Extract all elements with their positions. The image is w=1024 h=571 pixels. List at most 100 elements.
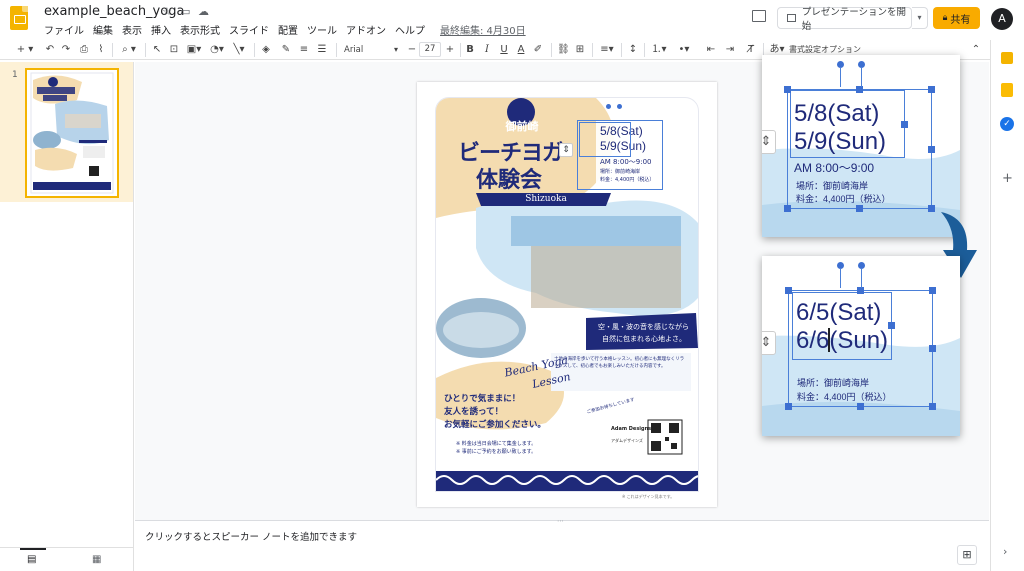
resize-handle[interactable]: [929, 403, 936, 410]
account-avatar[interactable]: A: [991, 8, 1013, 30]
fill-color-icon[interactable]: ◈: [260, 43, 272, 57]
resize-handle[interactable]: [856, 86, 863, 93]
collapse-toolbar-icon[interactable]: ⌃: [970, 43, 982, 57]
resize-handle[interactable]: [784, 86, 791, 93]
increase-indent-icon[interactable]: ⇥: [724, 43, 736, 57]
resize-handle[interactable]: [857, 287, 864, 294]
resize-handle[interactable]: [857, 403, 864, 410]
shape-icon[interactable]: ◔▾: [208, 43, 226, 57]
expand-panel-icon[interactable]: ›: [1003, 545, 1007, 558]
resize-handle[interactable]: [928, 146, 935, 153]
poster-title-line2: 体験会: [476, 168, 543, 193]
bulleted-list-icon[interactable]: •▾: [675, 43, 693, 57]
font-dropdown-icon[interactable]: ▾: [392, 43, 400, 57]
slides-logo-icon[interactable]: [10, 6, 28, 30]
menu-addons[interactable]: アドオン: [346, 22, 386, 37]
menu-help[interactable]: ヘルプ: [395, 22, 425, 37]
text-color-icon[interactable]: A: [516, 43, 526, 57]
font-size-decrease-icon[interactable]: −: [407, 43, 417, 57]
resize-handle[interactable]: [785, 287, 792, 294]
font-name-select[interactable]: Arial: [344, 43, 399, 57]
font-size-increase-icon[interactable]: +: [445, 43, 455, 57]
menu-slide[interactable]: スライド: [229, 22, 269, 37]
tasks-icon[interactable]: ✓: [1000, 117, 1014, 131]
resize-handle[interactable]: [784, 205, 791, 212]
poster-footer: ※ これはデザイン見本です。: [622, 494, 675, 499]
menu-view[interactable]: 表示: [122, 22, 142, 37]
keep-icon[interactable]: [1001, 52, 1013, 64]
redo-icon[interactable]: ↷: [60, 43, 72, 57]
side-panel: ✓ + ›: [990, 40, 1024, 571]
resize-handle[interactable]: [928, 86, 935, 93]
resize-handle[interactable]: [785, 403, 792, 410]
slide-thumbnail[interactable]: [25, 68, 119, 198]
menu-edit[interactable]: 編集: [93, 22, 113, 37]
cloud-status-icon: ☁: [198, 5, 209, 18]
slide[interactable]: 御前崎 ビーチヨガ 体験会 Shizuoka 5/8(Sat) 5/9(Sun)…: [417, 82, 717, 507]
rotate-handle[interactable]: [617, 104, 622, 109]
comment-history-icon[interactable]: [752, 10, 766, 22]
move-folder-icon[interactable]: ▭: [180, 5, 190, 18]
add-addon-icon[interactable]: +: [1002, 171, 1013, 186]
font-size-input[interactable]: 27: [419, 42, 441, 57]
select-icon[interactable]: ↖: [151, 43, 163, 57]
menu-format[interactable]: 表示形式: [180, 22, 220, 37]
border-dash-icon[interactable]: ☰: [316, 43, 328, 57]
poster-badge: 御前崎: [505, 120, 539, 133]
last-edit-link[interactable]: 最終編集: 4月30日: [440, 22, 526, 37]
border-color-icon[interactable]: ✎: [280, 43, 292, 57]
resize-handle[interactable]: [929, 345, 936, 352]
drag-handle-icon[interactable]: ⇕: [559, 143, 573, 157]
present-button[interactable]: プレゼンテーションを開始: [777, 7, 912, 32]
border-weight-icon[interactable]: ≡: [298, 43, 310, 57]
line-spacing-icon[interactable]: ↕: [627, 43, 639, 57]
image-icon[interactable]: ▣▾: [185, 43, 203, 57]
link-icon[interactable]: ⛓: [557, 43, 570, 57]
star-icon[interactable]: ☆: [162, 5, 172, 18]
explore-icon[interactable]: ⊞: [957, 545, 977, 565]
filmstrip-view-icon[interactable]: ▤: [27, 554, 36, 565]
comment-add-icon[interactable]: ⊞: [574, 43, 586, 57]
zoom-icon[interactable]: ⌕ ▾: [118, 43, 140, 57]
poster-note2: ※ 事前にご予約をお願い致します。: [456, 449, 537, 455]
numbered-list-icon[interactable]: ⒈▾: [650, 43, 668, 57]
resize-handle[interactable]: [901, 121, 908, 128]
align-icon[interactable]: ≡▾: [598, 43, 616, 57]
slide-filmstrip: 1 ▤ ▦: [0, 62, 134, 571]
resize-handle[interactable]: [929, 287, 936, 294]
drag-handle-icon[interactable]: ⇕: [762, 331, 776, 355]
line-icon[interactable]: ╲▾: [230, 43, 248, 57]
view-switcher: ▤ ▦: [0, 547, 133, 571]
menu-tools[interactable]: ツール: [307, 22, 337, 37]
resize-handle[interactable]: [888, 322, 895, 329]
underline-icon[interactable]: U: [499, 43, 509, 57]
notes-resize-handle[interactable]: ⋯: [557, 517, 564, 525]
highlight-icon[interactable]: ✐: [533, 43, 543, 57]
menu-insert[interactable]: 挿入: [151, 22, 171, 37]
italic-icon[interactable]: I: [482, 43, 492, 57]
menu-arrange[interactable]: 配置: [278, 22, 298, 37]
bold-icon[interactable]: B: [465, 43, 475, 57]
clear-formatting-icon[interactable]: T̸: [745, 43, 757, 57]
textbox-icon[interactable]: ⊡: [168, 43, 180, 57]
grid-view-icon[interactable]: ▦: [92, 554, 101, 565]
present-dropdown-button[interactable]: ▾: [912, 7, 928, 29]
paint-format-icon[interactable]: ⌇: [95, 43, 107, 57]
rotate-handle[interactable]: [606, 104, 611, 109]
resize-handle[interactable]: [856, 205, 863, 212]
undo-icon[interactable]: ↶: [44, 43, 56, 57]
menu-file[interactable]: ファイル: [44, 22, 84, 37]
present-label: プレゼンテーションを開始: [801, 7, 907, 32]
print-icon[interactable]: ⎙: [78, 43, 90, 57]
new-slide-icon[interactable]: + ▾: [14, 43, 36, 57]
speaker-notes[interactable]: ⋯ クリックするとスピーカー ノートを追加できます ⊞: [135, 517, 989, 571]
keep-notes-icon[interactable]: [1001, 83, 1013, 97]
resize-handle[interactable]: [928, 205, 935, 212]
drag-handle-icon[interactable]: ⇕: [762, 130, 776, 154]
zoom-after-text-selection[interactable]: [792, 292, 892, 360]
share-button[interactable]: 🔒︎ 共有: [933, 7, 980, 29]
zoom-before-text-selection[interactable]: [790, 90, 905, 158]
speaker-notes-placeholder[interactable]: クリックするとスピーカー ノートを追加できます: [145, 529, 357, 543]
slide-text-selection[interactable]: [579, 122, 631, 157]
decrease-indent-icon[interactable]: ⇤: [705, 43, 717, 57]
